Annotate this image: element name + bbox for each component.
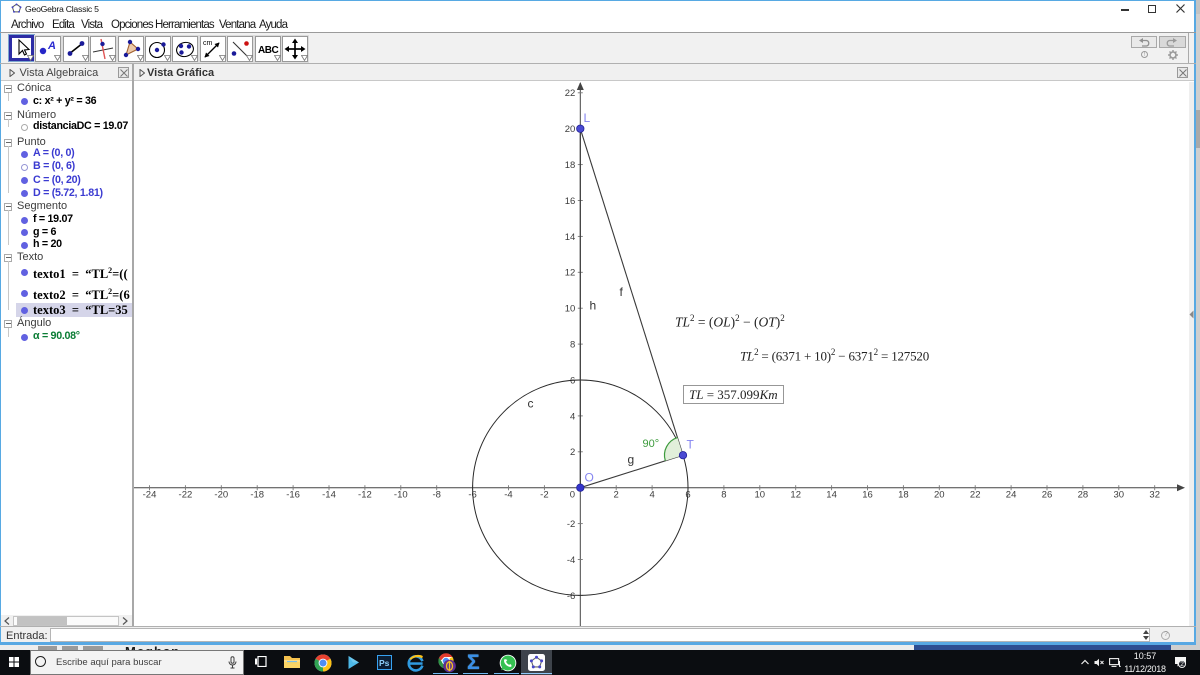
svg-text:26: 26 [1042,490,1053,501]
svg-text:-22: -22 [179,490,193,501]
svg-text:-24: -24 [143,490,157,501]
svg-text:12: 12 [565,268,576,279]
svg-text:c: c [528,397,534,411]
svg-text:32: 32 [1149,490,1160,501]
svg-text:4: 4 [570,411,575,422]
svg-text:28: 28 [1078,490,1089,501]
svg-text:10: 10 [565,304,576,315]
svg-text:-10: -10 [394,490,408,501]
svg-text:O: O [585,471,594,485]
svg-text:-2: -2 [567,519,575,530]
svg-text:14: 14 [565,232,576,243]
svg-text:4: 4 [649,490,654,501]
svg-text:g: g [628,453,635,467]
svg-text:-12: -12 [358,490,372,501]
svg-text:-18: -18 [250,490,264,501]
svg-text:2: 2 [570,447,575,458]
svg-text:18: 18 [565,160,576,171]
svg-text:-20: -20 [214,490,228,501]
svg-text:18: 18 [898,490,909,501]
svg-text:2: 2 [614,490,619,501]
svg-text:8: 8 [570,340,575,351]
svg-text:A: A [47,40,56,52]
svg-text:-16: -16 [286,490,300,501]
svg-text:90°: 90° [643,438,660,450]
svg-text:T: T [687,438,695,452]
svg-text:L: L [584,111,591,125]
svg-text:-4: -4 [567,555,575,566]
svg-text:20: 20 [565,124,576,135]
svg-text:24: 24 [1006,490,1017,501]
svg-text:16: 16 [862,490,873,501]
svg-text:8: 8 [721,490,726,501]
svg-text:0: 0 [570,490,575,501]
svg-text:-14: -14 [322,490,336,501]
svg-text:30: 30 [1114,490,1125,501]
svg-text:h: h [590,299,597,313]
svg-text:12: 12 [790,490,801,501]
svg-text:14: 14 [826,490,837,501]
svg-text:cm: cm [203,40,213,47]
svg-text:16: 16 [565,196,576,207]
svg-text:-6: -6 [567,591,575,602]
svg-text:22: 22 [970,490,981,501]
svg-text:f: f [620,285,624,299]
svg-text:10: 10 [755,490,766,501]
svg-text:-8: -8 [432,490,440,501]
svg-text:20: 20 [934,490,945,501]
svg-text:-4: -4 [504,490,512,501]
svg-text:-2: -2 [540,490,548,501]
svg-text:22: 22 [565,88,576,99]
